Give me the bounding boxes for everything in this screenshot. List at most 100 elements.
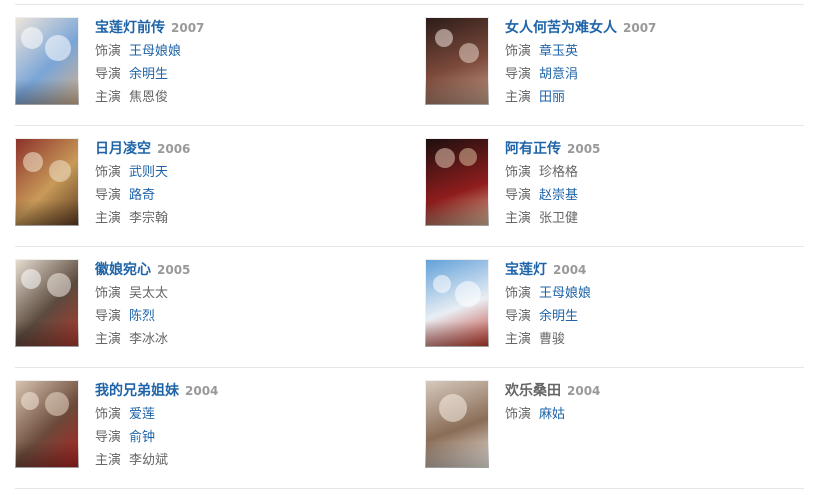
movie-year: 2004 (567, 384, 601, 398)
director-link[interactable]: 胡意涓 (539, 67, 578, 82)
movie-title-line: 日月凌空 2006 (95, 138, 395, 161)
movie-title-line: 徽娘宛心 2005 (95, 259, 395, 282)
cast-line: 主演 张卫健 (505, 207, 805, 230)
cast-label: 主演 (505, 211, 532, 226)
divider-top (15, 4, 804, 5)
role-label: 饰演 (505, 165, 532, 180)
director-line: 导演 赵崇基 (505, 184, 805, 207)
director-link[interactable]: 俞钟 (129, 430, 155, 445)
director-link[interactable]: 陈烈 (129, 309, 155, 324)
movie-title-line: 欢乐桑田 2004 (505, 380, 805, 403)
director-link[interactable]: 余明生 (539, 309, 578, 324)
movie-poster-image[interactable] (425, 138, 489, 226)
role-label: 饰演 (95, 165, 122, 180)
movie-year: 2004 (553, 263, 587, 277)
filmography-item: 徽娘宛心 2005 饰演 吴太太 导演 陈烈 主演 李冰冰 (15, 259, 405, 349)
role-value-link[interactable]: 麻姑 (539, 407, 565, 422)
cast-value: 李幼斌 (129, 453, 169, 468)
role-value-link[interactable]: 武则天 (129, 165, 168, 180)
poster-figure-shape (49, 160, 71, 182)
cast-label: 主演 (95, 90, 122, 105)
movie-poster-image[interactable] (15, 138, 79, 226)
role-value-link[interactable]: 章玉英 (539, 44, 578, 59)
movie-title-line: 宝莲灯前传 2007 (95, 17, 395, 40)
director-label: 导演 (505, 67, 532, 82)
poster-figure-shape (21, 269, 41, 289)
filmography-item: 日月凌空 2006 饰演 武则天 导演 路奇 主演 李宗翰 (15, 138, 405, 228)
divider-row-2 (15, 246, 804, 247)
movie-title-text: 欢乐桑田 (505, 383, 561, 399)
poster-figure-shape (439, 394, 467, 422)
poster-figure-shape (459, 148, 477, 166)
movie-poster-image[interactable] (425, 259, 489, 347)
role-line: 饰演 王母娘娘 (505, 282, 805, 305)
movie-title-link[interactable]: 宝莲灯 (505, 262, 547, 278)
role-value-link[interactable]: 爱莲 (129, 407, 155, 422)
movie-poster-image[interactable] (15, 259, 79, 347)
movie-info: 日月凌空 2006 饰演 武则天 导演 路奇 主演 李宗翰 (95, 138, 395, 230)
cast-line: 主演 李幼斌 (95, 449, 395, 472)
cast-label: 主演 (95, 332, 122, 347)
movie-info: 阿有正传 2005 饰演 珍格格 导演 赵崇基 主演 张卫健 (505, 138, 805, 230)
director-label: 导演 (95, 188, 122, 203)
movie-poster-image[interactable] (425, 17, 489, 105)
poster-figure-shape (455, 281, 481, 307)
movie-info: 宝莲灯 2004 饰演 王母娘娘 导演 余明生 主演 曹骏 (505, 259, 805, 351)
movie-title-link[interactable]: 阿有正传 (505, 141, 561, 157)
director-line: 导演 陈烈 (95, 305, 395, 328)
director-link[interactable]: 余明生 (129, 67, 168, 82)
movie-title-line: 女人何苦为难女人 2007 (505, 17, 805, 40)
filmography-item: 女人何苦为难女人 2007 饰演 章玉英 导演 胡意涓 主演 田丽 (425, 17, 815, 107)
movie-year: 2005 (567, 142, 601, 156)
cast-value: 张卫健 (539, 211, 579, 226)
movie-info: 徽娘宛心 2005 饰演 吴太太 导演 陈烈 主演 李冰冰 (95, 259, 395, 351)
role-line: 饰演 武则天 (95, 161, 395, 184)
cast-value: 曹骏 (539, 332, 566, 347)
movie-title-link[interactable]: 女人何苦为难女人 (505, 20, 617, 36)
poster-figure-shape (435, 29, 453, 47)
movie-title-link[interactable]: 宝莲灯前传 (95, 20, 165, 36)
movie-title-line: 宝莲灯 2004 (505, 259, 805, 282)
poster-figure-shape (23, 152, 43, 172)
poster-figure-shape (21, 392, 39, 410)
poster-overlay (425, 200, 489, 226)
movie-info: 欢乐桑田 2004 饰演 麻姑 (505, 380, 805, 426)
role-value-link[interactable]: 王母娘娘 (539, 286, 591, 301)
filmography-item: 阿有正传 2005 饰演 珍格格 导演 赵崇基 主演 张卫健 (425, 138, 815, 228)
movie-poster-image[interactable] (15, 380, 79, 468)
poster-figure-shape (45, 392, 69, 416)
poster-overlay (425, 442, 489, 468)
filmography-item: 我的兄弟姐妹 2004 饰演 爱莲 导演 俞钟 主演 李幼斌 (15, 380, 405, 470)
cast-value-link[interactable]: 田丽 (539, 90, 565, 105)
movie-title-link[interactable]: 我的兄弟姐妹 (95, 383, 179, 399)
director-link[interactable]: 路奇 (129, 188, 155, 203)
movie-poster-image[interactable] (425, 380, 489, 468)
movie-poster-image[interactable] (15, 17, 79, 105)
role-value: 吴太太 (129, 286, 169, 301)
poster-figure-shape (45, 35, 71, 61)
role-label: 饰演 (95, 286, 122, 301)
role-line: 饰演 吴太太 (95, 282, 395, 305)
role-line: 饰演 麻姑 (505, 403, 805, 426)
director-link[interactable]: 赵崇基 (539, 188, 578, 203)
movie-title-link[interactable]: 日月凌空 (95, 141, 151, 157)
role-label: 饰演 (505, 44, 532, 59)
movie-title-link[interactable]: 徽娘宛心 (95, 262, 151, 278)
cast-label: 主演 (505, 90, 532, 105)
divider-row-1 (15, 125, 804, 126)
filmography-item: 宝莲灯前传 2007 饰演 王母娘娘 导演 余明生 主演 焦恩俊 (15, 17, 405, 107)
cast-value: 李宗翰 (129, 211, 169, 226)
divider-row-3 (15, 367, 804, 368)
poster-figure-shape (21, 27, 43, 49)
role-value: 珍格格 (539, 165, 579, 180)
director-label: 导演 (95, 67, 122, 82)
director-label: 导演 (95, 430, 122, 445)
movie-year: 2007 (171, 21, 205, 35)
director-line: 导演 余明生 (95, 63, 395, 86)
divider-bottom (15, 488, 804, 489)
movie-year: 2005 (157, 263, 191, 277)
cast-line: 主演 曹骏 (505, 328, 805, 351)
director-line: 导演 路奇 (95, 184, 395, 207)
movie-info: 宝莲灯前传 2007 饰演 王母娘娘 导演 余明生 主演 焦恩俊 (95, 17, 395, 109)
role-value-link[interactable]: 王母娘娘 (129, 44, 181, 59)
